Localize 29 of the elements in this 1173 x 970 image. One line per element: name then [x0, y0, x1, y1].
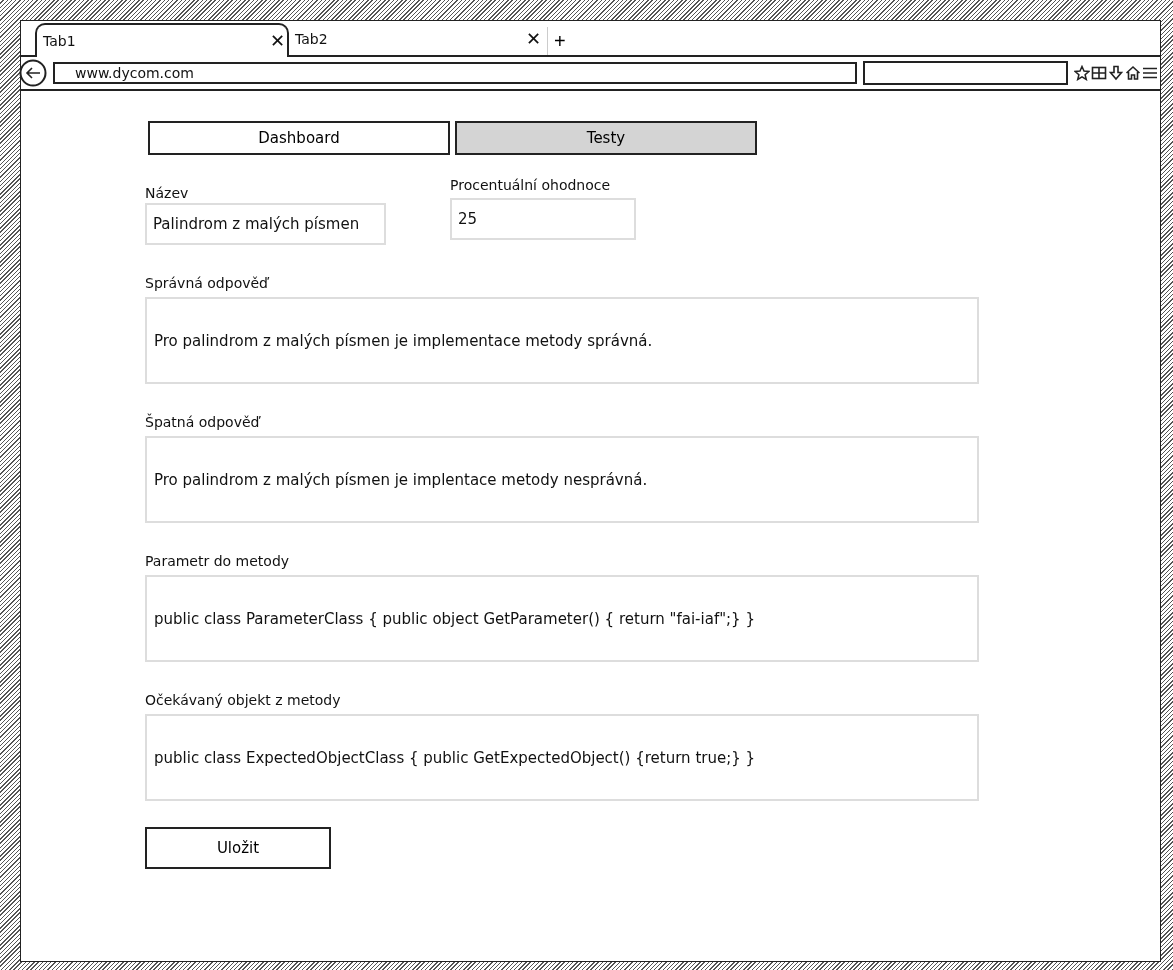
close-button[interactable]: ✕ [525, 30, 541, 48]
search-field[interactable] [863, 61, 1068, 85]
bookmarks-icon[interactable] [1091, 65, 1107, 81]
text-area[interactable]: public class ParameterClass { public object GetParameter() { return "fai-iaf";} } [145, 575, 979, 662]
nav-tab[interactable]: Testy [455, 121, 757, 155]
nav-tab[interactable]: Dashboard [148, 121, 450, 155]
tab-label: Tab1 [43, 33, 76, 49]
field-label: Parametr do metody [145, 553, 291, 569]
star-icon[interactable] [1074, 65, 1090, 81]
text-area[interactable]: Pro palindrom z malých písmen je implementace metody správná. [145, 297, 979, 384]
save-button[interactable]: Uložit [145, 827, 331, 869]
tab-label: Tab2 [295, 31, 328, 47]
address-bar[interactable]: www.dycom.com [53, 62, 857, 84]
score-field[interactable]: 25 [450, 198, 636, 240]
text-area[interactable]: Pro palindrom z malých písmen je implentace metody nesprávná. [145, 436, 979, 523]
field-label: Očekávaný objekt z metody [145, 692, 342, 708]
new-tab-button[interactable]: + [547, 27, 572, 55]
menu-icon[interactable] [1142, 65, 1158, 81]
field-label: Název [145, 185, 190, 201]
text-area[interactable]: public class ExpectedObjectClass { public GetExpectedObject() {return true;} } [145, 714, 979, 801]
field-label: Špatná odpověď [145, 414, 262, 430]
home-icon[interactable] [1125, 65, 1141, 81]
tab[interactable]: Tab1 ✕ [35, 23, 289, 57]
close-button[interactable]: ✕ [269, 32, 285, 50]
field-label: Správná odpověď [145, 275, 270, 291]
download-icon[interactable] [1108, 65, 1124, 81]
field-label: Procentuální ohodnoce [450, 177, 612, 193]
back-icon[interactable] [19, 59, 47, 87]
name-field[interactable]: Palindrom z malých písmen [145, 203, 386, 245]
